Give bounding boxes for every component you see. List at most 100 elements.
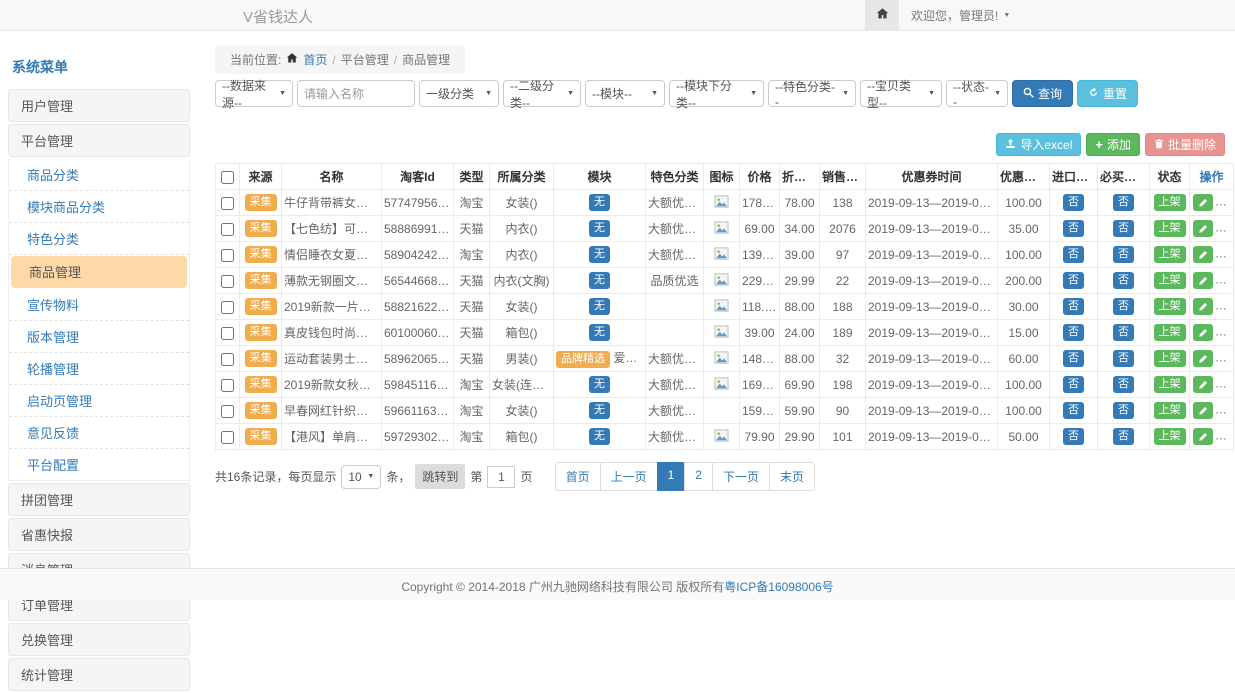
sales-count: 32 bbox=[820, 346, 866, 372]
page-number-input[interactable] bbox=[487, 466, 515, 488]
category-level1-select[interactable]: 一级分类▼ bbox=[419, 80, 499, 107]
product-name: 牛仔背带裤女秋装减龄... bbox=[282, 190, 382, 216]
row-checkbox[interactable] bbox=[221, 197, 234, 210]
row-checkbox[interactable] bbox=[221, 379, 234, 392]
row-checkbox[interactable] bbox=[221, 275, 234, 288]
coupon-amount: 15.00 bbox=[998, 320, 1050, 346]
sidebar-item-17[interactable]: 统计管理 bbox=[8, 658, 190, 691]
product-image bbox=[714, 302, 729, 316]
reset-button[interactable]: 重置 bbox=[1077, 80, 1138, 107]
pager-last[interactable]: 末页 bbox=[769, 462, 815, 491]
product-image-cell bbox=[704, 268, 740, 294]
product-category: 男装() bbox=[490, 346, 554, 372]
edit-button[interactable] bbox=[1193, 194, 1213, 211]
batch-delete-button[interactable]: 批量删除 bbox=[1145, 133, 1225, 156]
row-checkbox[interactable] bbox=[221, 353, 234, 366]
product-type: 淘宝 bbox=[454, 190, 490, 216]
chevron-down-icon: ▼ bbox=[651, 90, 658, 97]
import-pick-badge: 否 bbox=[1063, 246, 1084, 262]
feature-category: 大额优惠券 bbox=[646, 372, 704, 398]
chevron-down-icon: ▼ bbox=[279, 90, 286, 97]
pager-next[interactable]: 下一页 bbox=[712, 462, 770, 491]
sidebar-subitem-6[interactable]: 宣传物料 bbox=[9, 289, 189, 321]
feature-category: 品质优选 bbox=[646, 268, 704, 294]
column-header-7: 图标 bbox=[704, 164, 740, 190]
edit-button[interactable] bbox=[1193, 350, 1213, 367]
must-buy-badge: 否 bbox=[1113, 194, 1134, 210]
add-button[interactable]: + 添加 bbox=[1086, 133, 1140, 156]
feature-category-select[interactable]: --特色分类--▼ bbox=[768, 80, 856, 107]
coupon-amount: 100.00 bbox=[998, 242, 1050, 268]
data-source-select[interactable]: --数据来源--▼ bbox=[215, 80, 293, 107]
edit-button[interactable] bbox=[1193, 324, 1213, 341]
icp-link[interactable]: 粤ICP备16098006号 bbox=[724, 580, 833, 594]
sidebar-subitem-5[interactable]: 商品管理 bbox=[11, 256, 187, 288]
edit-button[interactable] bbox=[1193, 298, 1213, 315]
product-image-cell bbox=[704, 424, 740, 450]
row-checkbox[interactable] bbox=[221, 301, 234, 314]
sidebar-item-12[interactable]: 拼团管理 bbox=[8, 483, 190, 516]
edit-button[interactable] bbox=[1193, 272, 1213, 289]
category-level2-select[interactable]: --二级分类--▼ bbox=[503, 80, 581, 107]
per-page-select[interactable]: 10 ▼ bbox=[341, 465, 381, 489]
module-cell: 无 bbox=[554, 216, 646, 242]
row-actions bbox=[1190, 398, 1234, 424]
row-actions bbox=[1190, 424, 1234, 450]
select-all-checkbox[interactable] bbox=[221, 171, 234, 184]
name-input[interactable] bbox=[297, 80, 415, 107]
row-checkbox[interactable] bbox=[221, 405, 234, 418]
taoke-id: 598451162391 bbox=[382, 372, 454, 398]
edit-button[interactable] bbox=[1193, 376, 1213, 393]
edit-button[interactable] bbox=[1193, 428, 1213, 445]
sidebar-item-1[interactable]: 平台管理 bbox=[8, 124, 190, 157]
module-select[interactable]: --模块--▼ bbox=[585, 80, 665, 107]
must-buy-badge: 否 bbox=[1113, 272, 1134, 288]
product-type: 天猫 bbox=[454, 216, 490, 242]
coupon-time: 2019-09-13—2019-09-18 bbox=[866, 424, 998, 450]
sidebar-subitem-10[interactable]: 意见反馈 bbox=[9, 417, 189, 449]
home-button[interactable] bbox=[865, 0, 899, 30]
product-image bbox=[714, 328, 729, 342]
module-badge: 无 bbox=[589, 402, 610, 418]
module-cell: 无 bbox=[554, 242, 646, 268]
breadcrumb-home-link[interactable]: 首页 bbox=[303, 51, 327, 68]
reset-button-label: 重置 bbox=[1103, 85, 1127, 102]
sidebar-subitem-9[interactable]: 启动页管理 bbox=[9, 385, 189, 417]
module-subcategory-select[interactable]: --模块下分类--▼ bbox=[669, 80, 764, 107]
row-checkbox[interactable] bbox=[221, 327, 234, 340]
home-icon bbox=[876, 7, 889, 23]
row-checkbox[interactable] bbox=[221, 249, 234, 262]
sidebar-item-16[interactable]: 兑换管理 bbox=[8, 623, 190, 656]
product-name: 【七色纺】可爱纯棉家... bbox=[282, 216, 382, 242]
sidebar-subitem-2[interactable]: 商品分类 bbox=[9, 159, 189, 191]
must-buy-cell: 否 bbox=[1098, 242, 1150, 268]
row-checkbox[interactable] bbox=[221, 223, 234, 236]
user-menu[interactable]: 欢迎您，管理员! ▼ bbox=[899, 7, 1022, 24]
sidebar-subitem-8[interactable]: 轮播管理 bbox=[9, 353, 189, 385]
status-badge: 上架 bbox=[1154, 246, 1186, 262]
row-checkbox[interactable] bbox=[221, 431, 234, 444]
edit-button[interactable] bbox=[1193, 220, 1213, 237]
import-pick-badge: 否 bbox=[1063, 350, 1084, 366]
coupon-time: 2019-09-13—2019-09-18 bbox=[866, 216, 998, 242]
source-cell: 采集 bbox=[240, 216, 282, 242]
edit-button[interactable] bbox=[1193, 402, 1213, 419]
pager-prev[interactable]: 上一页 bbox=[600, 462, 658, 491]
item-type-select[interactable]: --宝贝类型--▼ bbox=[860, 80, 942, 107]
sidebar-subitem-4[interactable]: 特色分类 bbox=[9, 223, 189, 255]
jump-button[interactable]: 跳转到 bbox=[415, 464, 465, 489]
sidebar-item-13[interactable]: 省惠快报 bbox=[8, 518, 190, 551]
sidebar-subitem-11[interactable]: 平台配置 bbox=[9, 449, 189, 480]
status-select[interactable]: --状态--▼ bbox=[946, 80, 1008, 107]
product-name: 早春网红针织外套女春... bbox=[282, 398, 382, 424]
search-button[interactable]: 查询 bbox=[1012, 80, 1073, 107]
edit-button[interactable] bbox=[1193, 246, 1213, 263]
sidebar-subitem-3[interactable]: 模块商品分类 bbox=[9, 191, 189, 223]
pager-first[interactable]: 首页 bbox=[555, 462, 601, 491]
sidebar-subitem-7[interactable]: 版本管理 bbox=[9, 321, 189, 353]
pager-page-1[interactable]: 1 bbox=[657, 462, 686, 491]
sidebar-item-0[interactable]: 用户管理 bbox=[8, 89, 190, 122]
import-excel-button[interactable]: 导入excel bbox=[996, 133, 1081, 156]
discount-price: 29.99 bbox=[780, 268, 820, 294]
pager-page-2[interactable]: 2 bbox=[684, 462, 713, 491]
